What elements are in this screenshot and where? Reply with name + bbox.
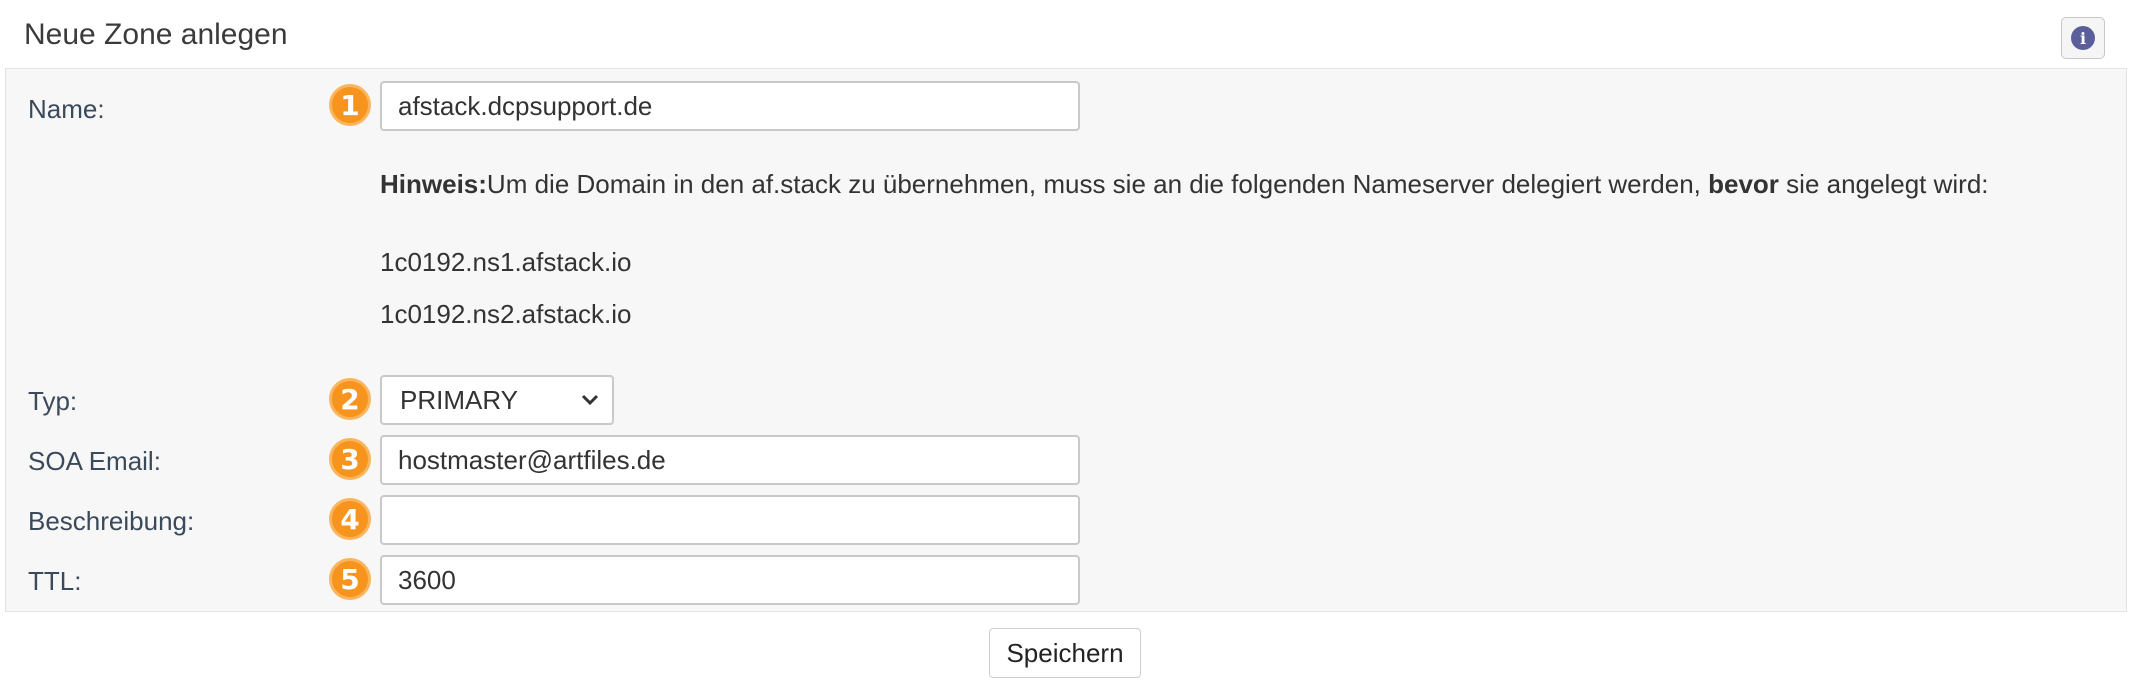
hint-prefix: Hinweis:: [380, 169, 487, 199]
soa-email-input[interactable]: [380, 435, 1080, 485]
step-badge-4: 4: [329, 498, 371, 540]
info-button[interactable]: i: [2061, 17, 2105, 59]
hint-bold-word: bevor: [1708, 169, 1779, 199]
page-header: Neue Zone anlegen i: [0, 0, 2132, 68]
step-badge-1: 1: [329, 84, 371, 126]
description-input[interactable]: [380, 495, 1080, 545]
info-icon: i: [2071, 26, 2095, 50]
description-label: Beschreibung:: [28, 506, 195, 536]
step-badge-2: 2: [329, 378, 371, 420]
hint-body: Um die Domain in den af.stack zu überneh…: [486, 169, 1709, 199]
nameserver-1: 1c0192.ns1.afstack.io: [380, 247, 632, 277]
name-input[interactable]: [380, 81, 1080, 131]
type-label: Typ:: [28, 386, 78, 416]
step-badge-5: 5: [329, 558, 371, 600]
ttl-input[interactable]: [380, 555, 1080, 605]
hint-suffix: sie angelegt wird:: [1778, 169, 1989, 199]
page-title: Neue Zone anlegen: [24, 18, 288, 51]
type-select[interactable]: PRIMARY: [380, 375, 614, 425]
zone-form-panel: Name: 1 Hinweis:Um die Domain in den af.…: [5, 68, 2127, 612]
step-badge-3: 3: [329, 438, 371, 480]
type-select-value: PRIMARY: [400, 385, 518, 415]
chevron-down-icon: [580, 377, 600, 439]
soa-email-label: SOA Email:: [28, 446, 161, 476]
hint-text: Hinweis:Um die Domain in den af.stack zu…: [380, 169, 1989, 200]
save-button[interactable]: Speichern: [989, 628, 1141, 678]
name-label: Name:: [28, 94, 105, 124]
nameserver-2: 1c0192.ns2.afstack.io: [380, 299, 632, 329]
ttl-label: TTL:: [28, 566, 82, 596]
